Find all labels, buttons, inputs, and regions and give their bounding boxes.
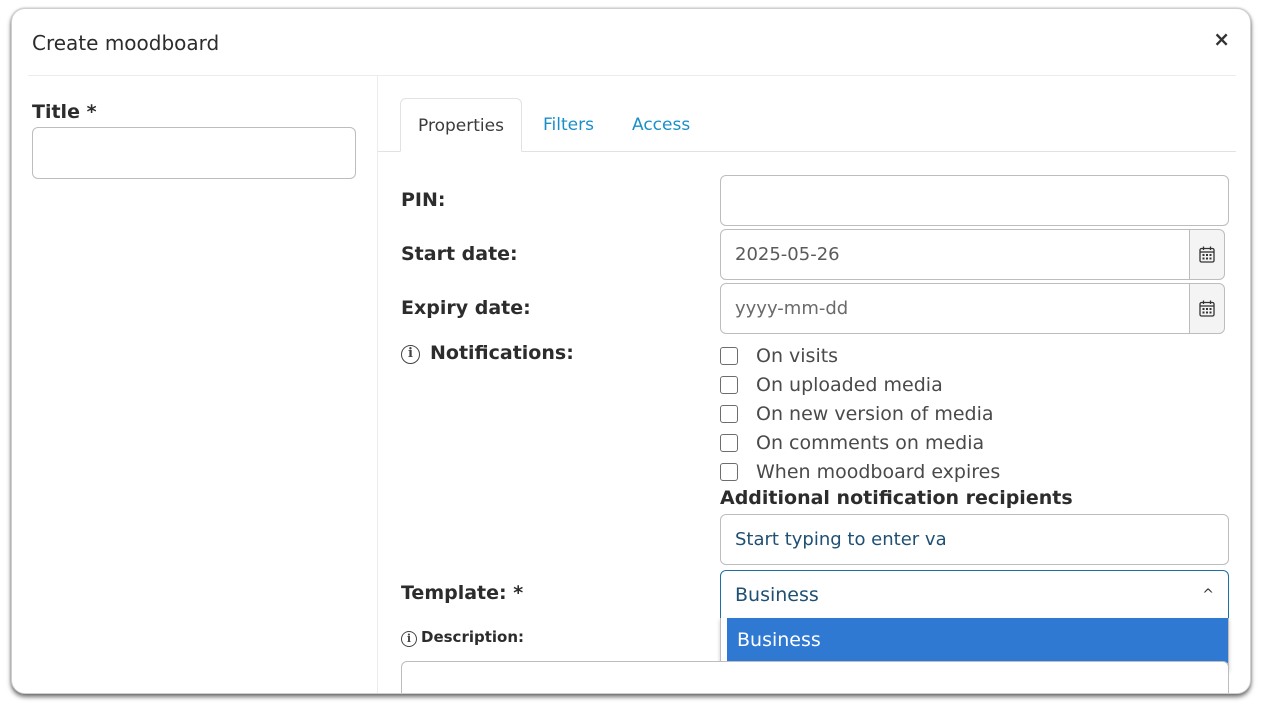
notification-option-label: On comments on media xyxy=(756,431,985,454)
expiry-date-calendar-button[interactable] xyxy=(1189,283,1225,334)
start-date-input[interactable]: 2025-05-26 xyxy=(720,229,1190,280)
description-label: Description: xyxy=(421,628,525,646)
chevron-up-icon: ^ xyxy=(1202,587,1214,603)
close-icon[interactable]: × xyxy=(1213,29,1230,49)
checkbox[interactable] xyxy=(720,346,738,365)
pin-label: PIN: xyxy=(401,189,446,211)
expiry-date-label: Expiry date: xyxy=(401,297,531,319)
title-label: Title * xyxy=(32,101,97,123)
notification-option-label: When moodboard expires xyxy=(756,460,1001,483)
info-icon[interactable]: i xyxy=(401,631,417,647)
recipients-label: Additional notification recipients xyxy=(720,487,1073,509)
notification-option[interactable]: When moodboard expires xyxy=(720,457,1000,486)
pin-input[interactable] xyxy=(720,175,1229,226)
template-select[interactable]: Business ^ xyxy=(720,570,1229,621)
start-date-calendar-button[interactable] xyxy=(1189,229,1225,280)
notification-option[interactable]: On uploaded media xyxy=(720,370,1000,399)
recipients-input[interactable]: Start typing to enter va xyxy=(720,514,1229,565)
expiry-date-input[interactable]: yyyy-mm-dd xyxy=(720,283,1190,334)
tab-properties[interactable]: Properties xyxy=(400,98,522,152)
notification-option[interactable]: On comments on media xyxy=(720,428,1000,457)
tab-access[interactable]: Access xyxy=(632,98,690,152)
checkbox[interactable] xyxy=(720,375,738,394)
notifications-label-row: i Notifications: xyxy=(401,342,574,364)
dialog-title: Create moodboard xyxy=(32,31,220,55)
description-label-row: i Description: xyxy=(401,628,524,647)
checkbox[interactable] xyxy=(720,433,738,452)
create-moodboard-dialog: Create moodboard × Title * Properties Fi… xyxy=(11,8,1251,694)
template-label: Template: * xyxy=(401,582,524,604)
checkbox[interactable] xyxy=(720,462,738,481)
notification-option[interactable]: On visits xyxy=(720,341,1000,370)
info-icon[interactable]: i xyxy=(401,345,420,364)
notifications-checklist: On visits On uploaded media On new versi… xyxy=(720,341,1000,486)
start-date-label: Start date: xyxy=(401,243,518,265)
checkbox[interactable] xyxy=(720,404,738,423)
notifications-label: Notifications: xyxy=(430,342,574,364)
description-editor[interactable] xyxy=(401,661,1229,693)
tab-filters[interactable]: Filters xyxy=(543,98,594,152)
notification-option-label: On uploaded media xyxy=(756,373,943,396)
header-divider xyxy=(28,75,1236,76)
column-divider xyxy=(377,76,378,693)
calendar-icon xyxy=(1199,300,1215,317)
calendar-icon xyxy=(1199,246,1215,263)
template-option[interactable]: Business xyxy=(727,618,1228,663)
notification-option[interactable]: On new version of media xyxy=(720,399,1000,428)
title-input[interactable] xyxy=(32,127,356,179)
notification-option-label: On new version of media xyxy=(756,402,994,425)
template-selected-value: Business xyxy=(735,584,819,606)
notification-option-label: On visits xyxy=(756,344,839,367)
